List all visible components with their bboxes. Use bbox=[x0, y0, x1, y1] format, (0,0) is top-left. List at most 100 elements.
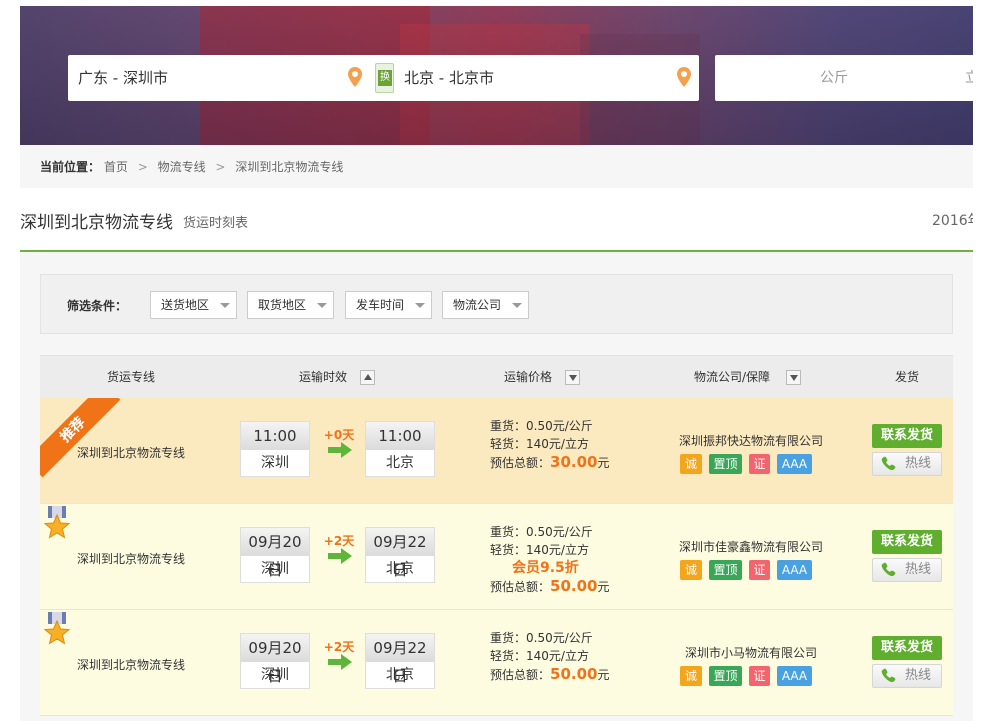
arrival-time: 09月22日 bbox=[366, 634, 434, 685]
hotline-label: 热线 bbox=[905, 456, 932, 471]
transit-days: +2天 bbox=[323, 534, 355, 548]
departure-city: 深圳 bbox=[261, 455, 289, 471]
price-info: 重货：0.50元/公斤 轻货：140元/立方 预估总额：30.00元 bbox=[490, 417, 609, 472]
total-unit: 元 bbox=[597, 580, 610, 594]
hotline-button[interactable]: 热线 bbox=[872, 452, 942, 476]
contact-ship-button[interactable]: 联系发货 bbox=[872, 636, 942, 660]
departure-time: 09月20日 bbox=[241, 634, 309, 685]
light-price: 轻货：140元/立方 bbox=[490, 437, 589, 451]
breadcrumb-separator: > bbox=[137, 160, 148, 174]
light-price: 轻货：140元/立方 bbox=[490, 649, 589, 663]
arrow-right-icon bbox=[328, 548, 352, 564]
location-pin-icon[interactable] bbox=[677, 67, 691, 87]
table-header: 货运专线 运输时效 运输价格 物流公司/保障 发货 bbox=[40, 355, 953, 398]
table-row: 深圳到北京物流专线 09月20日 深圳 +2天 09月22日 北京 重货：0.5… bbox=[40, 610, 953, 716]
hotline-label: 热线 bbox=[905, 562, 932, 577]
sort-up-icon[interactable] bbox=[360, 370, 375, 385]
total-unit: 元 bbox=[597, 668, 610, 682]
weight-unit-label: 公斤 bbox=[820, 70, 848, 86]
badge-aaa: AAA bbox=[777, 560, 812, 580]
arrival-city: 北京 bbox=[386, 561, 414, 577]
total-value: 50.00 bbox=[550, 665, 598, 683]
contact-ship-button[interactable]: 联系发货 bbox=[872, 530, 942, 554]
table-row: 推荐 深圳到北京物流专线 11:00 深圳 +0天 11:00 北京 重货：0.… bbox=[40, 398, 953, 504]
transit-days: +0天 bbox=[323, 428, 355, 442]
filter-label: 筛选条件： bbox=[67, 299, 128, 313]
arrival-box: 09月22日 北京 bbox=[365, 633, 435, 689]
badge-certified: 证 bbox=[749, 560, 770, 580]
column-route: 货运专线 bbox=[107, 370, 156, 384]
origin-field[interactable]: 广东 - 深圳市 bbox=[78, 55, 168, 101]
heavy-price: 重货：0.50元/公斤 bbox=[490, 631, 593, 645]
breadcrumb-label: 当前位置： bbox=[40, 160, 101, 174]
hotline-button[interactable]: 热线 bbox=[872, 558, 942, 582]
volume-unit-label: 立 bbox=[965, 70, 973, 86]
column-company: 物流公司/保障 bbox=[694, 370, 771, 384]
badge-certified: 证 bbox=[749, 666, 770, 686]
badge-integrity: 诚 bbox=[680, 454, 702, 474]
company-name[interactable]: 深圳市佳豪鑫物流有限公司 bbox=[640, 538, 862, 555]
sort-down-icon[interactable] bbox=[565, 370, 580, 385]
total-value: 50.00 bbox=[550, 577, 598, 595]
badge-certified: 证 bbox=[749, 454, 770, 474]
breadcrumb-logistics[interactable]: 物流专线 bbox=[158, 160, 206, 174]
hotline-button[interactable]: 热线 bbox=[872, 664, 942, 688]
route-name[interactable]: 深圳到北京物流专线 bbox=[77, 656, 185, 673]
contact-ship-button[interactable]: 联系发货 bbox=[872, 424, 942, 448]
medal-icon bbox=[43, 506, 71, 539]
departure-box: 11:00 深圳 bbox=[240, 421, 310, 477]
recommend-ribbon: 推荐 bbox=[40, 398, 120, 478]
arrival-city: 北京 bbox=[386, 667, 414, 683]
badge-pinned: 置顶 bbox=[709, 560, 742, 580]
hero-banner: 广东 - 深圳市 换 北京 - 北京市 公斤 立 bbox=[20, 6, 973, 145]
page-title: 深圳到北京物流专线 bbox=[20, 213, 173, 233]
heavy-price: 重货：0.50元/公斤 bbox=[490, 419, 593, 433]
destination-field[interactable]: 北京 - 北京市 bbox=[404, 55, 494, 101]
sort-down-icon[interactable] bbox=[786, 370, 801, 385]
column-ship: 发货 bbox=[895, 370, 920, 384]
company-name[interactable]: 深圳市小马物流有限公司 bbox=[640, 644, 862, 661]
column-price: 运输价格 bbox=[504, 370, 553, 384]
page-subtitle: 货运时刻表 bbox=[183, 216, 249, 231]
badge-integrity: 诚 bbox=[680, 560, 702, 580]
weight-input[interactable]: 公斤 立 bbox=[715, 55, 973, 101]
breadcrumb-separator: > bbox=[215, 160, 226, 174]
arrow-right-icon bbox=[328, 654, 352, 670]
swap-button[interactable]: 换 bbox=[375, 63, 394, 93]
total-label: 预估总额： bbox=[490, 580, 551, 594]
swap-icon: 换 bbox=[378, 70, 392, 86]
price-info: 重货：0.50元/公斤 轻货：140元/立方 预估总额：50.00元 bbox=[490, 629, 609, 684]
route-search-box[interactable]: 广东 - 深圳市 换 北京 - 北京市 bbox=[68, 55, 699, 101]
filter-pickup-area[interactable]: 取货地区 bbox=[247, 291, 334, 319]
phone-icon bbox=[881, 456, 896, 471]
member-discount: 会员9.5折 bbox=[512, 560, 579, 576]
filter-logistics-company[interactable]: 物流公司 bbox=[442, 291, 529, 319]
departure-time: 11:00 bbox=[241, 422, 309, 450]
phone-icon bbox=[881, 562, 896, 577]
chevron-down-icon bbox=[317, 303, 327, 308]
total-label: 预估总额： bbox=[490, 668, 551, 682]
filter-delivery-area[interactable]: 送货地区 bbox=[150, 291, 237, 319]
filter-departure-time[interactable]: 发车时间 bbox=[345, 291, 432, 319]
departure-time: 09月20日 bbox=[241, 528, 309, 579]
company-name[interactable]: 深圳振邦快达物流有限公司 bbox=[640, 432, 862, 449]
heavy-price: 重货：0.50元/公斤 bbox=[490, 525, 593, 539]
route-name[interactable]: 深圳到北京物流专线 bbox=[77, 550, 185, 567]
badge-aaa: AAA bbox=[777, 666, 812, 686]
location-pin-icon[interactable] bbox=[348, 67, 362, 87]
breadcrumb-home[interactable]: 首页 bbox=[104, 160, 128, 174]
light-price: 轻货：140元/立方 bbox=[490, 543, 589, 557]
breadcrumb: 当前位置： 首页 > 物流专线 > 深圳到北京物流专线 bbox=[40, 158, 343, 175]
chevron-down-icon bbox=[415, 303, 425, 308]
arrow-right-icon bbox=[328, 442, 352, 458]
filter-bar: 筛选条件： 送货地区 取货地区 发车时间 物流公司 bbox=[40, 274, 953, 334]
estimated-total: 预估总额：50.00元 bbox=[490, 665, 609, 684]
badge-aaa: AAA bbox=[777, 454, 812, 474]
route-name[interactable]: 深圳到北京物流专线 bbox=[77, 444, 185, 461]
chevron-down-icon bbox=[512, 303, 522, 308]
price-info: 重货：0.50元/公斤 轻货：140元/立方 会员9.5折 预估总额：50.00… bbox=[490, 523, 609, 596]
arrival-time: 11:00 bbox=[366, 422, 434, 450]
departure-box: 09月20日 深圳 bbox=[240, 633, 310, 689]
arrival-time: 09月22日 bbox=[366, 528, 434, 579]
filter-option-label: 取货地区 bbox=[258, 298, 307, 312]
